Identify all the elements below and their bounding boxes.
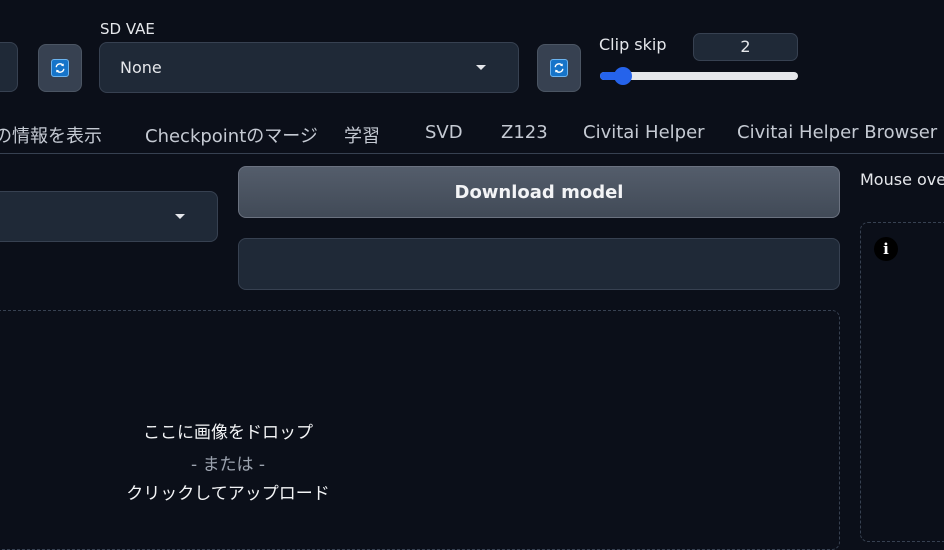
dropzone-line-or: - または - [190, 455, 266, 475]
clip-skip-slider-thumb[interactable] [614, 67, 632, 85]
checkpoint-select[interactable] [0, 42, 18, 92]
tabs-divider [0, 153, 944, 154]
clip-skip-number-input[interactable]: 2 [693, 33, 798, 61]
tab-civitai-helper[interactable]: Civitai Helper [583, 122, 705, 143]
info-icon[interactable]: i [874, 237, 898, 261]
mouse-over-hint: Mouse over [860, 170, 944, 189]
download-model-button[interactable]: Download model [238, 166, 840, 218]
chevron-down-icon [175, 214, 185, 219]
dropzone-line-click: クリックしてアップロード [126, 484, 330, 504]
vae-select-value: None [120, 58, 162, 77]
dropzone-line-drop: ここに画像をドロップ [143, 423, 313, 443]
vae-select[interactable]: None [99, 42, 519, 93]
tab-z123[interactable]: Z123 [501, 122, 548, 143]
tab-train[interactable]: 学習 [344, 122, 380, 148]
refresh-icon [550, 59, 568, 77]
tab-checkpoint-merger[interactable]: Checkpointのマージ [145, 122, 318, 148]
preview-panel [860, 222, 944, 542]
tab-civitai-helper-browser[interactable]: Civitai Helper Browser [737, 122, 937, 143]
clip-skip-label: Clip skip [599, 35, 667, 54]
tab-svd[interactable]: SVD [425, 122, 463, 143]
model-select[interactable] [0, 191, 218, 242]
tab-pnginfo[interactable]: の情報を表示 [0, 122, 102, 148]
output-textbox[interactable] [238, 238, 840, 290]
vae-label: SD VAE [100, 20, 155, 38]
chevron-down-icon [476, 65, 486, 70]
refresh-vae-button[interactable] [537, 44, 581, 92]
refresh-icon [51, 59, 69, 77]
refresh-checkpoint-button[interactable] [38, 44, 82, 92]
